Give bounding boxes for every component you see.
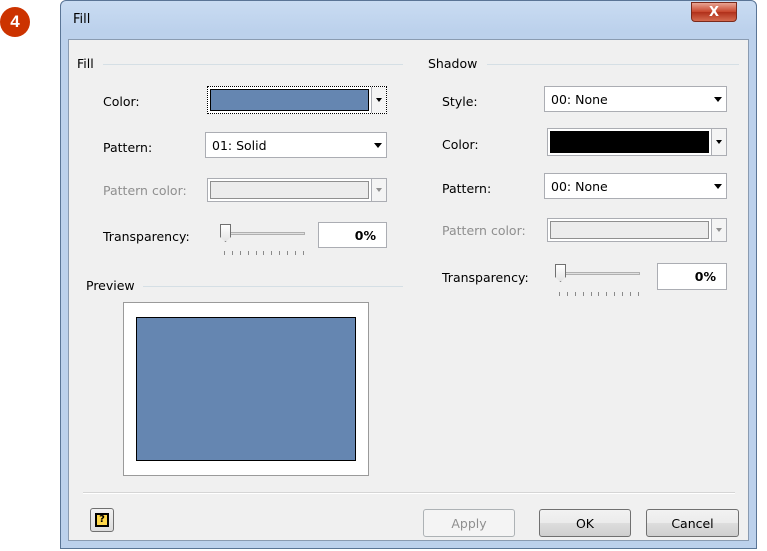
fill-pattern-label: Pattern:	[103, 140, 153, 155]
shadow-color-label: Color:	[442, 137, 479, 152]
fill-pattern-value: 01: Solid	[212, 137, 267, 153]
help-button[interactable]: ?	[90, 508, 114, 532]
window-title: Fill	[73, 12, 91, 27]
shadow-transparency-ticks	[559, 292, 639, 296]
chevron-down-icon	[710, 183, 726, 189]
fill-pattern-color-dropdown-button[interactable]	[371, 179, 386, 201]
step-number-badge: 4	[0, 7, 30, 37]
fill-transparency-track[interactable]	[225, 232, 305, 235]
fill-transparency-label: Transparency:	[103, 229, 190, 244]
cancel-button[interactable]: Cancel	[646, 509, 739, 537]
shadow-style-value: 00: None	[551, 91, 608, 107]
shadow-pattern-color-dropdown-button[interactable]	[711, 219, 726, 241]
help-icon: ?	[95, 513, 109, 527]
fill-pattern-color-label: Pattern color:	[103, 183, 187, 198]
chevron-down-icon	[716, 140, 722, 144]
shadow-pattern-color-picker[interactable]	[547, 218, 727, 242]
shadow-transparency-label: Transparency:	[442, 270, 529, 285]
close-button[interactable]: X	[691, 2, 737, 22]
fill-color-picker[interactable]	[207, 86, 387, 114]
shadow-group-divider	[487, 64, 739, 65]
fill-pattern-color-picker[interactable]	[207, 178, 387, 202]
fill-transparency-value: 0%	[354, 227, 376, 243]
shadow-pattern-color-label: Pattern color:	[442, 223, 526, 238]
apply-button[interactable]: Apply	[423, 509, 515, 537]
shadow-transparency-track[interactable]	[560, 272, 640, 275]
ok-button[interactable]: OK	[539, 509, 631, 537]
chevron-down-icon	[376, 98, 382, 102]
fill-transparency-slider-thumb[interactable]	[220, 224, 231, 242]
dialog-body: Fill Color: Pattern: 01: Solid Pattern c…	[68, 39, 749, 541]
shadow-color-picker[interactable]	[547, 128, 727, 156]
fill-group-divider	[103, 64, 403, 65]
preview-group-label: Preview	[86, 278, 135, 293]
chevron-down-icon	[376, 188, 382, 192]
fill-color-swatch	[210, 89, 369, 111]
shadow-color-swatch	[550, 131, 709, 153]
shadow-transparency-slider-thumb[interactable]	[555, 264, 566, 282]
fill-color-dropdown-button[interactable]	[371, 87, 386, 113]
shadow-transparency-value: 0%	[694, 269, 716, 284]
shadow-pattern-color-swatch	[550, 221, 709, 239]
preview-fill-sample	[136, 317, 356, 461]
fill-pattern-select[interactable]: 01: Solid	[205, 132, 387, 158]
fill-dialog: Fill X Fill Color: Pattern: 01: Solid Pa…	[60, 0, 757, 549]
shadow-pattern-select[interactable]: 00: None	[544, 173, 727, 199]
chevron-down-icon	[716, 228, 722, 232]
chevron-down-icon	[370, 142, 386, 148]
shadow-pattern-value: 00: None	[551, 178, 608, 194]
close-icon: X	[708, 4, 720, 20]
title-bar[interactable]: Fill X	[61, 1, 756, 39]
fill-group-label: Fill	[77, 56, 94, 71]
shadow-transparency-value-field[interactable]: 0%	[657, 263, 727, 290]
shadow-pattern-label: Pattern:	[442, 181, 492, 196]
fill-transparency-ticks	[224, 251, 304, 255]
footer-separator	[83, 492, 735, 494]
fill-transparency-value-field[interactable]: 0%	[318, 222, 387, 248]
chevron-down-icon	[710, 96, 726, 102]
fill-pattern-color-swatch	[210, 181, 369, 199]
preview-group-divider	[143, 286, 403, 287]
shadow-style-label: Style:	[442, 94, 478, 109]
shadow-style-select[interactable]: 00: None	[544, 86, 727, 112]
preview-frame	[123, 302, 369, 476]
fill-color-label: Color:	[103, 94, 140, 109]
shadow-group-label: Shadow	[428, 56, 478, 71]
shadow-color-dropdown-button[interactable]	[711, 129, 726, 155]
